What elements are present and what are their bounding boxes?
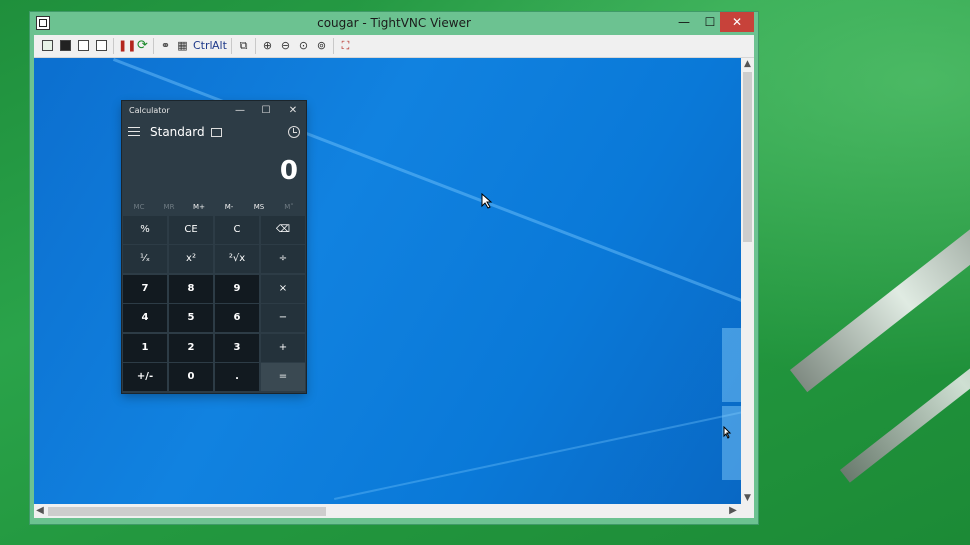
clear-entry-key[interactable]: CE (169, 216, 213, 244)
calculator-close-button[interactable]: ✕ (283, 103, 303, 119)
memory-row: MC MR M+ M- MS M˅ (122, 200, 306, 214)
calculator-maximize-button[interactable]: ☐ (256, 103, 276, 119)
calculator-titlebar[interactable]: Calculator — ☐ ✕ (122, 101, 306, 121)
backspace-key[interactable]: ⌫ (261, 216, 305, 244)
memory-clear-button[interactable]: MC (124, 200, 154, 214)
memory-recall-button[interactable]: MR (154, 200, 184, 214)
new-connection-icon[interactable] (40, 38, 55, 53)
memory-subtract-button[interactable]: M- (214, 200, 244, 214)
scroll-right-icon[interactable]: ▶ (727, 504, 739, 518)
window-titlebar[interactable]: cougar - TightVNC Viewer — ☐ ✕ (30, 12, 758, 34)
calculator-window[interactable]: Calculator — ☐ ✕ Standard 0 MC MR M+ M- … (122, 101, 306, 393)
clear-key[interactable]: C (215, 216, 259, 244)
negate-key[interactable]: +/- (123, 363, 167, 391)
refresh-icon[interactable]: ⟳ (135, 38, 150, 53)
window-title: cougar - TightVNC Viewer (317, 16, 471, 30)
options-icon[interactable] (76, 38, 91, 53)
save-icon[interactable] (58, 38, 73, 53)
memory-store-button[interactable]: MS (244, 200, 274, 214)
equals-key[interactable]: = (261, 363, 305, 391)
horizontal-scroll-thumb[interactable] (48, 507, 326, 516)
vnc-viewer-window: cougar - TightVNC Viewer — ☐ ✕ ❚❚ ⟳ ⚭ ▦ … (30, 12, 758, 524)
fullscreen-icon[interactable]: ⛶ (338, 38, 353, 53)
square-root-key[interactable]: ²√x (215, 245, 259, 273)
alt-key-button[interactable]: Alt (212, 38, 227, 53)
digit-8-key[interactable]: 8 (169, 275, 213, 303)
history-icon[interactable] (288, 126, 300, 138)
desktop-light-beam-2 (334, 394, 741, 500)
remote-desktop-view[interactable]: Calculator — ☐ ✕ Standard 0 MC MR M+ M- … (34, 58, 741, 504)
keep-on-top-icon[interactable] (211, 128, 222, 137)
decimal-key[interactable]: . (215, 363, 259, 391)
divide-key[interactable]: ÷ (261, 245, 305, 273)
toolbar-divider (333, 38, 334, 54)
scroll-down-icon[interactable]: ▼ (741, 492, 754, 504)
digit-9-key[interactable]: 9 (215, 275, 259, 303)
pause-icon[interactable]: ❚❚ (118, 38, 136, 53)
square-key[interactable]: x² (169, 245, 213, 273)
windows-logo-pane (722, 328, 741, 402)
multiply-key[interactable]: × (261, 275, 305, 303)
digit-6-key[interactable]: 6 (215, 304, 259, 332)
toolbar-divider (113, 38, 114, 54)
digit-1-key[interactable]: 1 (123, 334, 167, 362)
clipboard-icon[interactable]: ⧉ (236, 38, 251, 53)
subtract-key[interactable]: − (261, 304, 305, 332)
calculator-display: 0 (279, 156, 298, 186)
horizontal-scrollbar[interactable]: ◀ ▶ (34, 504, 741, 518)
add-key[interactable]: + (261, 334, 305, 362)
zoom-fit-icon[interactable]: ⊚ (314, 38, 329, 53)
reciprocal-key[interactable]: ¹⁄ₓ (123, 245, 167, 273)
zoom-in-icon[interactable]: ⊕ (260, 38, 275, 53)
scroll-left-icon[interactable]: ◀ (34, 504, 46, 518)
minimize-button[interactable]: — (670, 12, 698, 32)
scrollbar-corner (741, 504, 754, 518)
windows-logo-pane (722, 406, 741, 480)
win-key-icon[interactable]: ▦ (175, 38, 190, 53)
info-icon[interactable] (94, 38, 109, 53)
menu-icon[interactable] (128, 127, 140, 137)
calculator-title: Calculator (129, 106, 170, 115)
ctrl-alt-del-icon[interactable]: ⚭ (158, 38, 173, 53)
calculator-keypad: % CE C ⌫ ¹⁄ₓ x² ²√x ÷ 7 8 9 × 4 5 6 − 1 … (123, 216, 305, 392)
calculator-mode-label: Standard (150, 125, 205, 139)
digit-3-key[interactable]: 3 (215, 334, 259, 362)
digit-4-key[interactable]: 4 (123, 304, 167, 332)
close-button[interactable]: ✕ (720, 12, 754, 32)
mouse-cursor-shadow-icon (723, 426, 732, 439)
digit-7-key[interactable]: 7 (123, 275, 167, 303)
zoom-out-icon[interactable]: ⊖ (278, 38, 293, 53)
vertical-scroll-thumb[interactable] (743, 72, 752, 242)
scroll-up-icon[interactable]: ▲ (741, 58, 754, 70)
toolbar-divider (153, 38, 154, 54)
vnc-toolbar: ❚❚ ⟳ ⚭ ▦ Ctrl Alt ⧉ ⊕ ⊖ ⊙ ⊚ ⛶ (34, 35, 754, 58)
digit-0-key[interactable]: 0 (169, 363, 213, 391)
ctrl-key-button[interactable]: Ctrl (193, 38, 213, 53)
memory-list-button[interactable]: M˅ (274, 200, 304, 214)
toolbar-divider (255, 38, 256, 54)
percent-key[interactable]: % (123, 216, 167, 244)
calculator-minimize-button[interactable]: — (230, 103, 250, 119)
toolbar-divider (231, 38, 232, 54)
memory-add-button[interactable]: M+ (184, 200, 214, 214)
vertical-scrollbar[interactable]: ▲ ▼ (741, 58, 754, 504)
digit-5-key[interactable]: 5 (169, 304, 213, 332)
mouse-cursor-icon (481, 193, 493, 209)
digit-2-key[interactable]: 2 (169, 334, 213, 362)
zoom-100-icon[interactable]: ⊙ (296, 38, 311, 53)
